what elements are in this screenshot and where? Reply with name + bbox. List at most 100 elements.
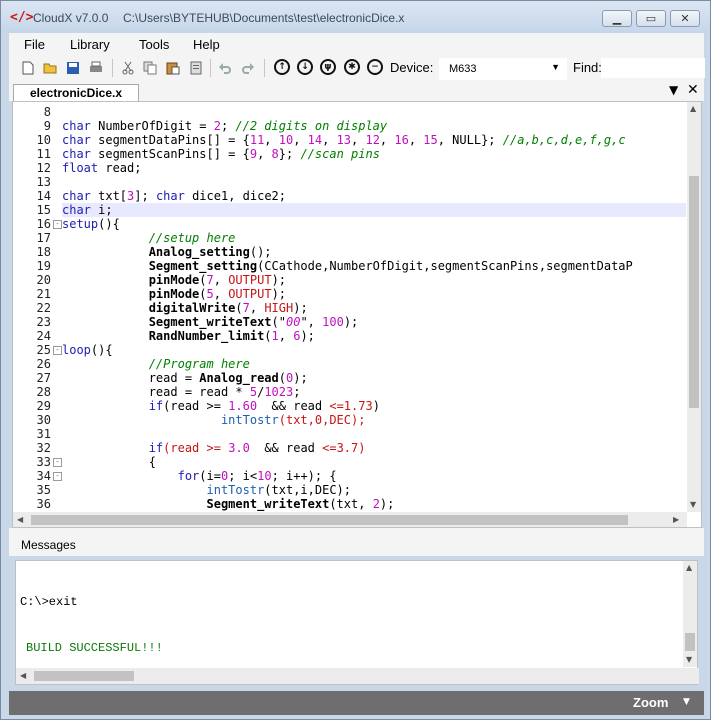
- code-token: dice1, dice2;: [192, 189, 286, 203]
- editor-vertical-scroll-thumb[interactable]: [689, 176, 699, 408]
- messages-horizontal-scroll-thumb[interactable]: [34, 671, 134, 681]
- menu-file[interactable]: File: [24, 37, 45, 52]
- code-line[interactable]: pinMode(5, OUTPUT);: [62, 287, 686, 301]
- code-line[interactable]: Segment_setting(CCathode,NumberOfDigit,s…: [62, 259, 686, 273]
- find-input[interactable]: [601, 58, 705, 78]
- chevron-down-icon[interactable]: ▼: [683, 697, 690, 707]
- code-token: ];: [134, 189, 156, 203]
- code-line[interactable]: setup(){: [62, 217, 686, 231]
- code-line[interactable]: Segment_writeText("00", 100);: [62, 315, 686, 329]
- code-line[interactable]: [62, 105, 686, 119]
- fold-toggle-icon[interactable]: -: [53, 346, 62, 355]
- code-line[interactable]: for(i=0; i<10; i++); {: [62, 469, 686, 483]
- code-line[interactable]: //setup here: [62, 231, 686, 245]
- redo-icon[interactable]: [241, 61, 255, 75]
- code-line[interactable]: intTostr(txt,0,DEC);: [62, 413, 686, 427]
- line-number: 28: [36, 385, 51, 399]
- scroll-left-icon[interactable]: ◀: [17, 515, 23, 524]
- messages-horizontal-scrollbar[interactable]: ◀: [16, 668, 699, 684]
- zoom-label[interactable]: Zoom: [633, 695, 668, 710]
- save-icon[interactable]: [66, 61, 80, 75]
- code-line[interactable]: char segmentScanPins[] = {9, 8}; //scan …: [62, 147, 686, 161]
- undo-icon[interactable]: [218, 61, 232, 75]
- fold-toggle-icon[interactable]: -: [53, 458, 62, 467]
- code-line[interactable]: if(read >= 3.0 && read <=3.7): [62, 441, 686, 455]
- messages-output[interactable]: C:\>exit BUILD SUCCESSFUL!!! ▲ ▼ ◀: [15, 560, 699, 685]
- code-line[interactable]: {: [62, 455, 686, 469]
- debug-icon[interactable]: ✱: [344, 59, 360, 75]
- stop-icon[interactable]: −: [367, 59, 383, 75]
- fold-toggle-icon[interactable]: -: [53, 472, 62, 481]
- code-editor[interactable]: 8 9 10 11 12 13 14 15 16-17 18 19 20 21 22 23 24 25-26 27…: [12, 101, 702, 528]
- device-select[interactable]: M633 ▼: [439, 58, 567, 80]
- close-icon: ✕: [680, 12, 690, 25]
- code-line[interactable]: read = Analog_read(0);: [62, 371, 686, 385]
- code-line[interactable]: char txt[3]; char dice1, dice2;: [62, 189, 686, 203]
- menu-library[interactable]: Library: [70, 37, 110, 52]
- paste-icon[interactable]: [166, 61, 180, 75]
- print-icon[interactable]: [89, 61, 103, 75]
- code-line[interactable]: Segment_writeText(txt, 2);: [62, 497, 686, 511]
- code-line[interactable]: read = read * 5/1023;: [62, 385, 686, 399]
- code-line[interactable]: Analog_setting();: [62, 245, 686, 259]
- status-bar: Zoom ▼: [9, 691, 704, 715]
- code-token: for: [177, 469, 200, 483]
- new-file-icon[interactable]: [21, 61, 35, 75]
- code-line[interactable]: [62, 175, 686, 189]
- scroll-down-icon[interactable]: ▼: [690, 500, 696, 509]
- code-line[interactable]: if(read >= 1.60 && read <=1.73): [62, 399, 686, 413]
- code-token: char: [62, 147, 99, 161]
- scroll-left-icon[interactable]: ◀: [20, 671, 26, 680]
- menu-tools[interactable]: Tools: [139, 37, 169, 52]
- messages-vertical-scroll-thumb[interactable]: [685, 633, 695, 651]
- code-token: OUTPUT: [228, 273, 272, 287]
- scroll-up-icon[interactable]: ▲: [690, 104, 696, 113]
- minimize-button[interactable]: ▁: [602, 10, 632, 27]
- line-number: 16: [36, 217, 51, 231]
- scroll-down-icon[interactable]: ▼: [686, 655, 692, 664]
- download-icon[interactable]: ↓: [297, 59, 313, 75]
- code-line[interactable]: loop(){: [62, 343, 686, 357]
- messages-vertical-scrollbar[interactable]: ▲ ▼: [683, 561, 697, 667]
- code-token: (": [271, 315, 286, 329]
- tab-electronicdice[interactable]: electronicDice.x: [13, 84, 139, 102]
- code-line[interactable]: pinMode(7, OUTPUT);: [62, 273, 686, 287]
- upload-icon[interactable]: ↑: [274, 59, 290, 75]
- scroll-right-icon[interactable]: ▶: [673, 515, 679, 524]
- editor-vertical-scrollbar[interactable]: ▲ ▼: [687, 102, 701, 512]
- clipboard-icon[interactable]: [189, 61, 203, 75]
- close-button[interactable]: ✕: [670, 10, 700, 27]
- tab-list-icon[interactable]: ▼: [669, 83, 678, 97]
- code-line[interactable]: char segmentDataPins[] = {11, 10, 14, 13…: [62, 133, 686, 147]
- code-token: i;: [98, 203, 113, 217]
- code-area[interactable]: char NumberOfDigit = 2; //2 digits on di…: [62, 102, 686, 512]
- menu-help[interactable]: Help: [193, 37, 220, 52]
- line-number: 35: [36, 483, 51, 497]
- code-token: ,: [351, 133, 366, 147]
- cut-icon[interactable]: [121, 61, 135, 75]
- editor-horizontal-scroll-thumb[interactable]: [31, 515, 628, 525]
- fold-toggle-icon[interactable]: -: [53, 220, 62, 229]
- copy-icon[interactable]: [143, 61, 157, 75]
- code-token: Segment_writeText: [206, 497, 330, 511]
- open-folder-icon[interactable]: [43, 61, 57, 75]
- code-token: digitalWrite: [148, 301, 236, 315]
- editor-horizontal-scrollbar[interactable]: ◀ ▶: [13, 512, 687, 527]
- code-line[interactable]: char i;: [62, 203, 686, 217]
- code-line[interactable]: RandNumber_limit(1, 6);: [62, 329, 686, 343]
- code-line[interactable]: char NumberOfDigit = 2; //2 digits on di…: [62, 119, 686, 133]
- code-line[interactable]: float read;: [62, 161, 686, 175]
- code-line[interactable]: digitalWrite(7, HIGH);: [62, 301, 686, 315]
- minimize-icon: ▁: [612, 12, 622, 25]
- code-token: 1023: [264, 385, 294, 399]
- code-line[interactable]: //Program here: [62, 357, 686, 371]
- maximize-button[interactable]: ▭: [636, 10, 666, 27]
- tab-close-icon[interactable]: ✕: [687, 82, 699, 98]
- usb-icon[interactable]: ψ: [320, 59, 336, 75]
- code-line[interactable]: [62, 427, 686, 441]
- code-token: 100: [322, 315, 344, 329]
- code-token: );: [343, 315, 366, 329]
- scroll-up-icon[interactable]: ▲: [686, 563, 692, 572]
- code-line[interactable]: intTostr(txt,i,DEC);: [62, 483, 686, 497]
